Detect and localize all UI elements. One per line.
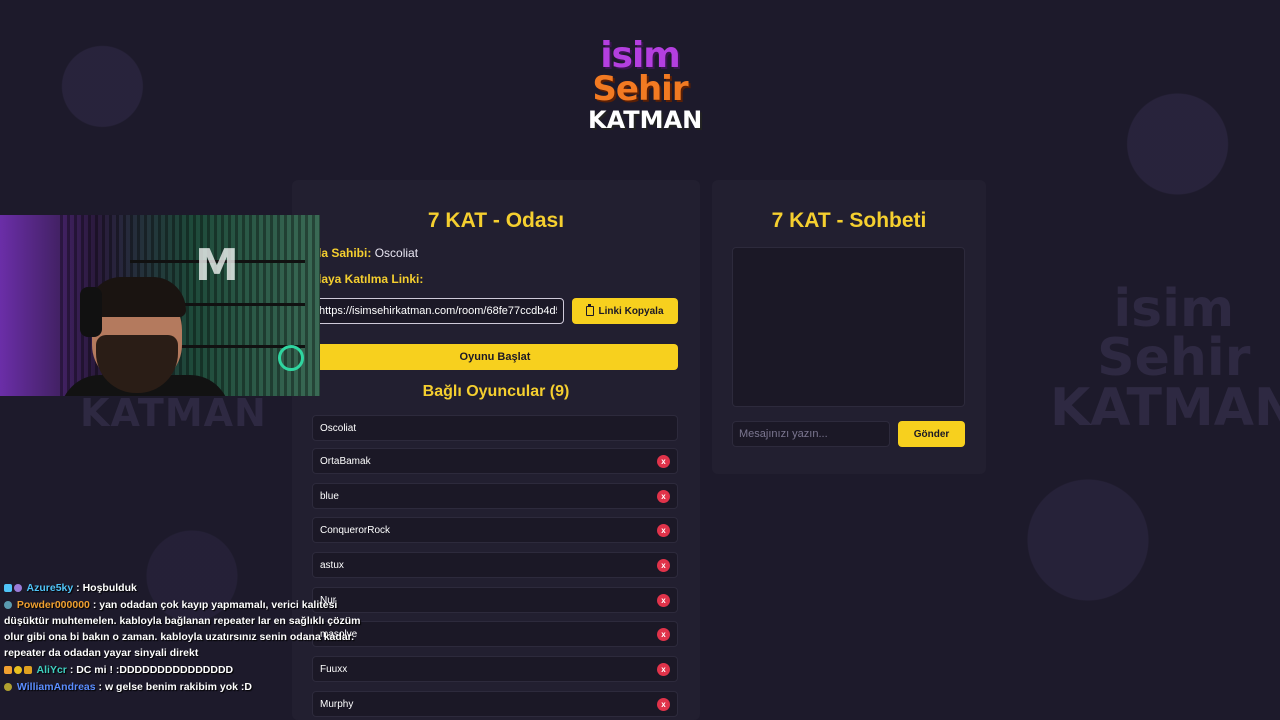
chat-username: Powder000000 — [16, 599, 90, 611]
badge-icon — [14, 584, 22, 593]
logo-line-3: KATMAN — [588, 106, 703, 134]
join-link-label: daya Katılma Linki: — [314, 272, 424, 286]
clipboard-icon — [586, 304, 595, 316]
stream-chat-overlay: Azure5ky : Hoşbulduk Powder000000 : yan … — [4, 580, 376, 696]
chat-title: 7 KAT - Sohbeti — [771, 209, 927, 232]
room-link-input[interactable] — [312, 298, 564, 324]
copy-link-button[interactable]: Linki Kopyala — [572, 298, 678, 324]
neon-ring-icon — [278, 345, 304, 371]
chat-text: : DC mi ! :DDDDDDDDDDDDDDD — [69, 664, 234, 676]
site-logo[interactable]: isim Sehir KATMAN — [588, 38, 703, 146]
kick-player-button[interactable]: x — [657, 627, 670, 641]
chat-messages-box[interactable] — [732, 247, 965, 407]
stream-chat-message: AliYcr : DC mi ! :DDDDDDDDDDDDDDD — [4, 662, 376, 678]
badge-icon — [14, 666, 22, 675]
kick-player-button[interactable]: x — [657, 454, 670, 468]
logo-line-2: Sehir — [592, 69, 688, 109]
kick-player-button[interactable]: x — [657, 558, 670, 572]
chat-username: Azure5ky — [26, 582, 74, 594]
player-name: Murphy — [320, 698, 354, 710]
player-row: OrtaBamak x — [312, 448, 678, 474]
webcam-overlay: M — [0, 215, 320, 396]
player-name: astux — [320, 559, 344, 571]
kick-player-button[interactable]: x — [657, 489, 670, 503]
streamer-hair — [88, 277, 186, 317]
badge-icon — [4, 584, 12, 593]
player-row: blue x — [312, 483, 678, 509]
stream-chat-message: Azure5ky : Hoşbulduk — [4, 580, 376, 596]
owner-label: da Sahibi: — [314, 246, 372, 260]
players-title: Bağlı Oyuncular (9) — [422, 383, 570, 400]
brand-logo-mark: M — [195, 240, 239, 291]
watermark-right: isim Sehir KATMAN — [1050, 279, 1280, 438]
player-name: Oscoliat — [320, 422, 357, 434]
player-name: blue — [320, 490, 339, 502]
kick-player-button[interactable]: x — [657, 523, 670, 537]
stream-chat-message: WilliamAndreas : w gelse benim rakibim y… — [4, 679, 376, 695]
chat-username: AliYcr — [36, 664, 67, 676]
owner-value: Oscoliat — [374, 246, 419, 260]
player-row: ConquerorRock x — [312, 517, 678, 543]
watermark-left: KATMAN — [80, 391, 267, 435]
room-title: 7 KAT - Odası — [427, 209, 565, 232]
player-name: OrtaBamak — [320, 455, 371, 467]
player-row: Oscoliat — [312, 415, 678, 441]
start-game-button[interactable]: Oyunu Başlat — [312, 344, 678, 370]
chat-text: : w gelse benim rakibim yok :D — [98, 681, 252, 693]
badge-icon — [4, 683, 12, 692]
player-row: astux x — [312, 552, 678, 578]
badge-icon — [24, 666, 32, 675]
kick-player-button[interactable]: x — [657, 697, 670, 711]
player-name: ConquerorRock — [320, 524, 391, 536]
chat-text: : Hoşbulduk — [76, 582, 137, 594]
chat-username: WilliamAndreas — [16, 681, 96, 693]
badge-icon — [4, 601, 12, 610]
headset-icon — [80, 287, 102, 337]
badge-icon — [4, 666, 12, 675]
stream-chat-message: Powder000000 : yan odadan çok kayıp yapm… — [4, 597, 376, 661]
room-owner: da Sahibi: Oscoliat — [314, 246, 418, 260]
chat-message-input[interactable] — [732, 421, 890, 447]
kick-player-button[interactable]: x — [657, 662, 670, 676]
send-message-button[interactable]: Gönder — [898, 421, 965, 447]
kick-player-button[interactable]: x — [657, 593, 670, 607]
